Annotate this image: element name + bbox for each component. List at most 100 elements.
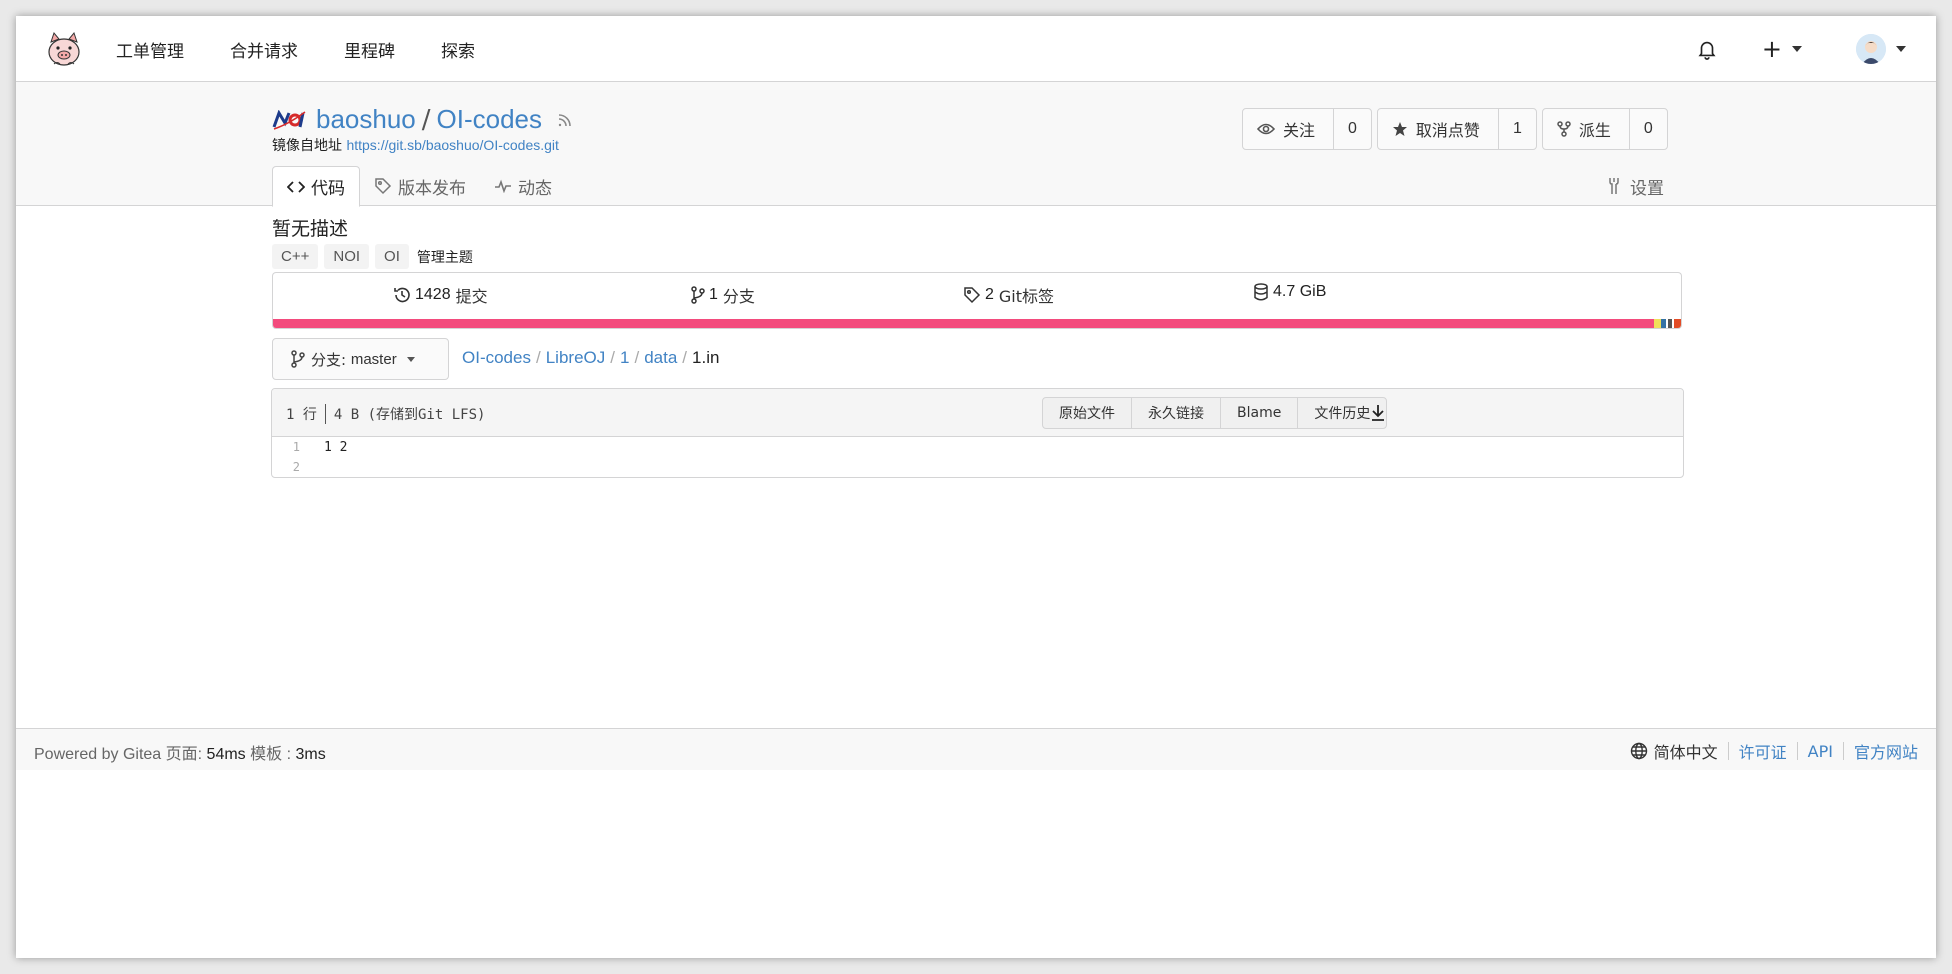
api-link[interactable]: API — [1808, 742, 1833, 761]
gitea-pig-logo-icon[interactable] — [46, 30, 82, 68]
tab-releases-label: 版本发布 — [398, 178, 466, 199]
branches-count: 1 — [709, 286, 718, 303]
chevron-down-icon — [1792, 46, 1802, 52]
breadcrumb-item[interactable]: 1 — [620, 348, 629, 368]
language-bar-segment[interactable] — [1674, 319, 1681, 328]
fork-count[interactable]: 0 — [1630, 109, 1667, 149]
chevron-down-icon — [1896, 46, 1906, 52]
topic-tag[interactable]: C++ — [272, 244, 319, 269]
star-button-group: 取消点赞 1 — [1376, 108, 1537, 150]
branch-label: 分支: — [311, 350, 347, 369]
tab-activity[interactable]: 动态 — [480, 166, 566, 206]
manage-topics-link[interactable]: 管理主题 — [417, 247, 473, 267]
star-icon — [1392, 122, 1407, 136]
globe-icon — [1630, 742, 1647, 760]
watch-button[interactable]: 关注 — [1243, 109, 1335, 149]
tags-stat[interactable]: 2 Git标签 — [963, 283, 1054, 307]
eye-icon — [1257, 123, 1275, 135]
powered-by-text: Powered by Gitea — [34, 746, 162, 763]
tab-settings[interactable]: 设置 — [1606, 166, 1664, 206]
repo-name-link[interactable]: OI-codes — [437, 104, 543, 135]
watch-button-group: 关注 0 — [1242, 108, 1372, 150]
tab-code-label: 代码 — [311, 179, 345, 199]
nav-pull-requests[interactable]: 合并请求 — [230, 37, 298, 62]
bell-icon[interactable] — [1696, 38, 1718, 60]
language-bar-segment[interactable] — [273, 319, 1654, 328]
file-line-count: 1 行 — [286, 407, 317, 423]
file-header: 1 行 4 B (存储到Git LFS) 原始文件 永久链接 Blame 文件历… — [272, 389, 1683, 437]
user-menu-dropdown[interactable] — [1856, 34, 1906, 64]
repo-size: 4.7 GiB — [1273, 283, 1327, 300]
breadcrumb-separator: / — [535, 348, 541, 367]
code-icon — [287, 180, 305, 193]
tab-releases[interactable]: 版本发布 — [360, 166, 480, 206]
repo-avatar-noi-icon — [272, 109, 306, 130]
branch-icon — [691, 286, 705, 304]
size-stat: 4.7 GiB — [1253, 283, 1331, 301]
topics-list: C++ NOI OI 管理主题 — [272, 244, 473, 269]
file-viewer: 1 行 4 B (存储到Git LFS) 原始文件 永久链接 Blame 文件历… — [271, 388, 1684, 478]
mirror-label: 镜像自地址 — [272, 138, 342, 154]
footer: Powered by Gitea 页面: 54ms 模板 : 3ms 简体中文 … — [16, 728, 1936, 770]
nav-milestones[interactable]: 里程碑 — [344, 37, 395, 62]
browser-window: 工单管理 合并请求 里程碑 探索 + baoshuo / OI-codes 镜像… — [16, 16, 1936, 958]
create-new-dropdown[interactable]: + — [1762, 37, 1802, 61]
branches-label: 分支 — [722, 287, 755, 306]
topic-tag[interactable]: NOI — [324, 244, 370, 269]
tab-activity-label: 动态 — [518, 178, 552, 199]
plus-icon: + — [1761, 35, 1782, 63]
language-bar-segment[interactable] — [1653, 319, 1662, 328]
star-count[interactable]: 1 — [1499, 109, 1536, 149]
watch-count[interactable]: 0 — [1334, 109, 1371, 149]
avatar — [1856, 34, 1886, 64]
unstar-button[interactable]: 取消点赞 — [1378, 109, 1499, 149]
branch-selector[interactable]: 分支: master — [272, 338, 449, 380]
fork-button-group: 派生 0 — [1541, 108, 1668, 150]
commits-stat[interactable]: 1428 提交 — [393, 283, 488, 307]
language-bar[interactable] — [272, 319, 1682, 329]
page-time: 54ms — [206, 746, 246, 763]
blame-button[interactable]: Blame — [1221, 398, 1299, 428]
permalink-button[interactable]: 永久链接 — [1132, 398, 1221, 428]
language-selector[interactable]: 简体中文 — [1630, 739, 1718, 763]
divider — [1727, 742, 1729, 760]
language-label: 简体中文 — [1653, 743, 1718, 762]
branches-stat[interactable]: 1 分支 — [691, 283, 755, 307]
mirror-info: 镜像自地址 https://git.sb/baoshuo/OI-codes.gi… — [272, 135, 559, 155]
nav-explore[interactable]: 探索 — [441, 37, 475, 62]
footer-info: Powered by Gitea 页面: 54ms 模板 : 3ms — [34, 740, 326, 764]
breadcrumb-separator: / — [610, 348, 615, 367]
license-link[interactable]: 许可证 — [1739, 739, 1787, 763]
repo-header: baoshuo / OI-codes 镜像自地址 https://git.sb/… — [16, 82, 1936, 207]
mirror-url-link[interactable]: https://git.sb/baoshuo/OI-codes.git — [346, 137, 558, 153]
top-navbar: 工单管理 合并请求 里程碑 探索 + — [16, 16, 1936, 82]
file-size: 4 B (存储到Git LFS) — [333, 407, 486, 423]
line-number[interactable]: 1 — [272, 440, 300, 454]
breadcrumb-item[interactable]: LibreOJ — [546, 348, 606, 368]
line-number[interactable]: 2 — [272, 460, 300, 474]
tab-code[interactable]: 代码 — [272, 166, 360, 207]
watch-label: 关注 — [1283, 121, 1316, 140]
breadcrumb-item[interactable]: data — [644, 348, 677, 368]
breadcrumb-item[interactable]: OI-codes — [462, 348, 531, 368]
tags-label: Git标签 — [998, 287, 1055, 306]
history-icon — [394, 287, 410, 303]
divider — [1796, 742, 1798, 760]
chevron-down-icon — [406, 356, 415, 362]
rss-icon[interactable] — [556, 111, 574, 129]
code-line: 1 1 2 — [272, 437, 1683, 457]
repo-tabs: 代码 版本发布 动态 — [272, 166, 566, 207]
raw-file-button[interactable]: 原始文件 — [1043, 398, 1132, 428]
divider — [1842, 742, 1844, 760]
code-line: 2 — [272, 457, 1683, 477]
nav-issues[interactable]: 工单管理 — [116, 37, 184, 62]
official-website-link[interactable]: 官方网站 — [1854, 739, 1918, 763]
download-icon[interactable] — [1369, 403, 1387, 423]
tags-count: 2 — [985, 286, 994, 303]
fork-button[interactable]: 派生 — [1543, 109, 1630, 149]
page-time-label: 页面: — [165, 746, 203, 763]
repo-owner-link[interactable]: baoshuo — [316, 104, 416, 135]
tools-icon — [1609, 178, 1619, 194]
template-time-label: 模板 : — [250, 746, 292, 763]
topic-tag[interactable]: OI — [375, 244, 409, 269]
